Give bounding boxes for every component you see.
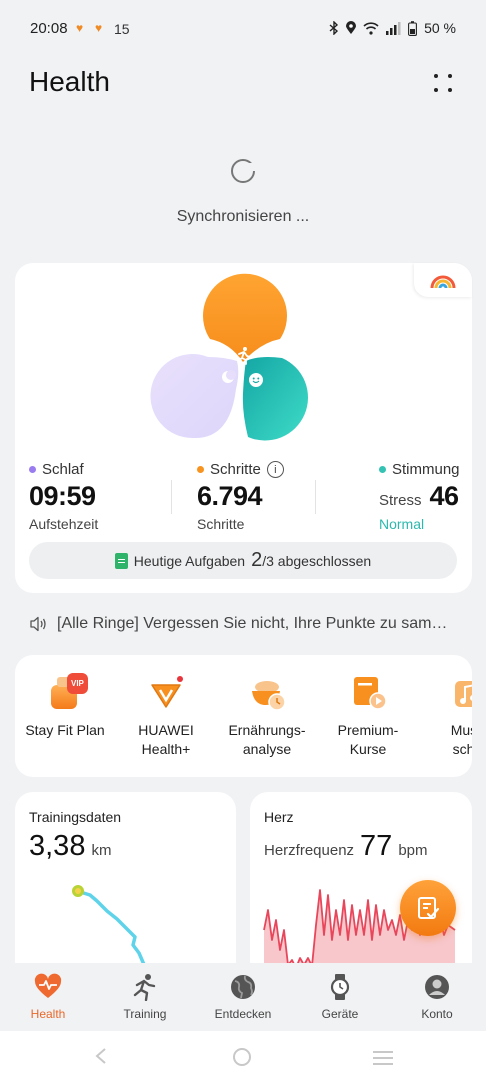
service-music[interactable]: Musikschla	[419, 673, 472, 759]
tasks-done: 2	[251, 549, 263, 571]
sleep-petal[interactable]	[150, 354, 239, 439]
announcement-text: [Alle Ringe] Vergessen Sie nicht, Ihre P…	[57, 615, 448, 632]
vip-badge: VIP	[67, 673, 88, 694]
daily-tasks-bar[interactable]: Heutige Aufgaben 2/3 abgeschlossen	[29, 542, 457, 579]
divider	[315, 480, 316, 514]
announcement-banner[interactable]: [Alle Ringe] Vergessen Sie nicht, Ihre P…	[29, 615, 447, 633]
speaker-icon	[30, 616, 46, 632]
bluetooth-icon	[329, 21, 339, 35]
distance-value: 3,38	[29, 830, 86, 862]
huawei-vip-icon	[146, 673, 186, 713]
rings-badge-button[interactable]	[414, 263, 472, 297]
premium-course-icon	[348, 673, 388, 713]
heart-pulse-icon	[34, 973, 62, 1001]
tab-label: Konto	[421, 1007, 453, 1021]
service-label: Ernährungs-analyse	[228, 722, 306, 757]
sleep-label-text: Schlaf	[42, 461, 84, 478]
home-nav-icon[interactable]	[232, 1047, 252, 1067]
menu-nav-icon[interactable]	[372, 1050, 394, 1066]
stress-status: Normal	[379, 516, 425, 532]
service-label: HUAWEI Health+	[138, 722, 194, 757]
status-time: 20:08	[30, 20, 68, 37]
tab-label: Entdecken	[214, 1007, 272, 1021]
running-icon	[131, 973, 159, 1002]
tab-label: Geräte	[321, 1007, 359, 1021]
tab-label: Training	[123, 1007, 167, 1021]
status-temperature: 15	[114, 21, 130, 37]
activity-rings-chart[interactable]	[150, 273, 340, 443]
service-premium-courses[interactable]: Premium- Kurse	[318, 673, 418, 759]
service-label: Premium- Kurse	[337, 722, 399, 757]
stress-label: Stress	[379, 492, 422, 509]
steps-sub: Schritte	[197, 516, 245, 532]
mood-label: Stimmung	[379, 461, 460, 478]
stress-row: Stress 46	[379, 481, 459, 512]
globe-icon	[229, 973, 257, 1001]
sync-status: Synchronisieren ...	[176, 208, 310, 225]
back-nav-icon[interactable]	[94, 1048, 108, 1064]
steps-label-text: Schritte	[210, 461, 261, 478]
system-navigation-bar	[0, 1031, 486, 1080]
watch-icon	[326, 973, 354, 1001]
battery-level: 50 %	[424, 20, 456, 36]
steps-dot	[197, 466, 204, 473]
battery-icon	[408, 20, 418, 36]
info-icon[interactable]: i	[266, 461, 284, 478]
service-label: Musikschla	[450, 722, 472, 757]
nutrition-icon	[247, 673, 287, 713]
sleep-sub: Aufstehzeit	[29, 516, 99, 532]
stay-fit-icon: VIP	[45, 673, 88, 713]
heart-icon: ♥	[95, 21, 103, 35]
distance-unit: km	[91, 842, 112, 859]
training-title: Trainingsdaten	[29, 809, 122, 825]
tasks-prefix: Heutige Aufgaben	[133, 552, 246, 569]
wifi-icon	[363, 21, 379, 35]
mood-dot	[379, 466, 386, 473]
steps-label: Schritte i	[197, 461, 284, 478]
status-bar: 20:08 ♥ ♥ 15 50 %	[0, 0, 486, 58]
heart-rate-row: Herzfrequenz 77 bpm	[264, 830, 428, 863]
sleep-value: 09:59	[29, 481, 96, 511]
services-card: VIP Stay Fit Plan HUAWEI Health+ Ernährun…	[15, 655, 472, 777]
service-huawei-health-plus[interactable]: HUAWEI Health+	[116, 673, 216, 759]
mood-label-text: Stimmung	[392, 461, 460, 478]
tab-health[interactable]: Health	[3, 973, 93, 1021]
page-title: Health	[29, 66, 110, 97]
document-icon	[114, 552, 128, 569]
service-label: Stay Fit Plan	[25, 722, 105, 738]
tab-label: Health	[30, 1007, 66, 1021]
loading-spinner-icon	[231, 159, 256, 183]
stress-value: 46	[429, 481, 460, 511]
record-fab-button[interactable]	[400, 880, 456, 936]
heart-icon: ♥	[76, 21, 84, 35]
heart-title: Herz	[264, 809, 294, 825]
divider	[171, 480, 172, 514]
tab-discover[interactable]: Entdecken	[198, 973, 288, 1021]
tab-training[interactable]: Training	[100, 973, 190, 1021]
mood-petal[interactable]	[242, 357, 309, 441]
signal-icon	[386, 21, 401, 35]
tab-account[interactable]: Konto	[392, 973, 482, 1021]
heart-rate-label: Herzfrequenz	[264, 842, 355, 859]
tab-devices[interactable]: Geräte	[295, 973, 385, 1021]
service-nutrition-analysis[interactable]: Ernährungs-analyse	[217, 673, 317, 759]
smile-icon	[249, 373, 263, 387]
sleep-label: Schlaf	[29, 461, 84, 478]
sleep-dot	[29, 466, 36, 473]
training-data-card[interactable]: Trainingsdaten 3,38 km	[15, 792, 236, 982]
status-right: 50 %	[329, 20, 456, 36]
tasks-suffix: /3 abgeschlossen	[262, 553, 372, 569]
profile-icon	[423, 973, 451, 1001]
heart-rate-value: 77	[360, 830, 393, 862]
location-icon	[346, 21, 357, 34]
more-options-button[interactable]	[430, 70, 456, 96]
bottom-tab-bar: Health Training Entdecken Geräte Konto	[0, 963, 486, 1031]
rainbow-rings-icon	[430, 275, 456, 289]
steps-value: 6.794	[197, 481, 263, 511]
music-icon	[449, 673, 472, 713]
clipboard-check-icon	[418, 897, 440, 919]
training-distance: 3,38 km	[29, 830, 111, 863]
heart-rate-unit: bpm	[398, 842, 428, 859]
service-stay-fit-plan[interactable]: VIP Stay Fit Plan	[15, 673, 115, 740]
